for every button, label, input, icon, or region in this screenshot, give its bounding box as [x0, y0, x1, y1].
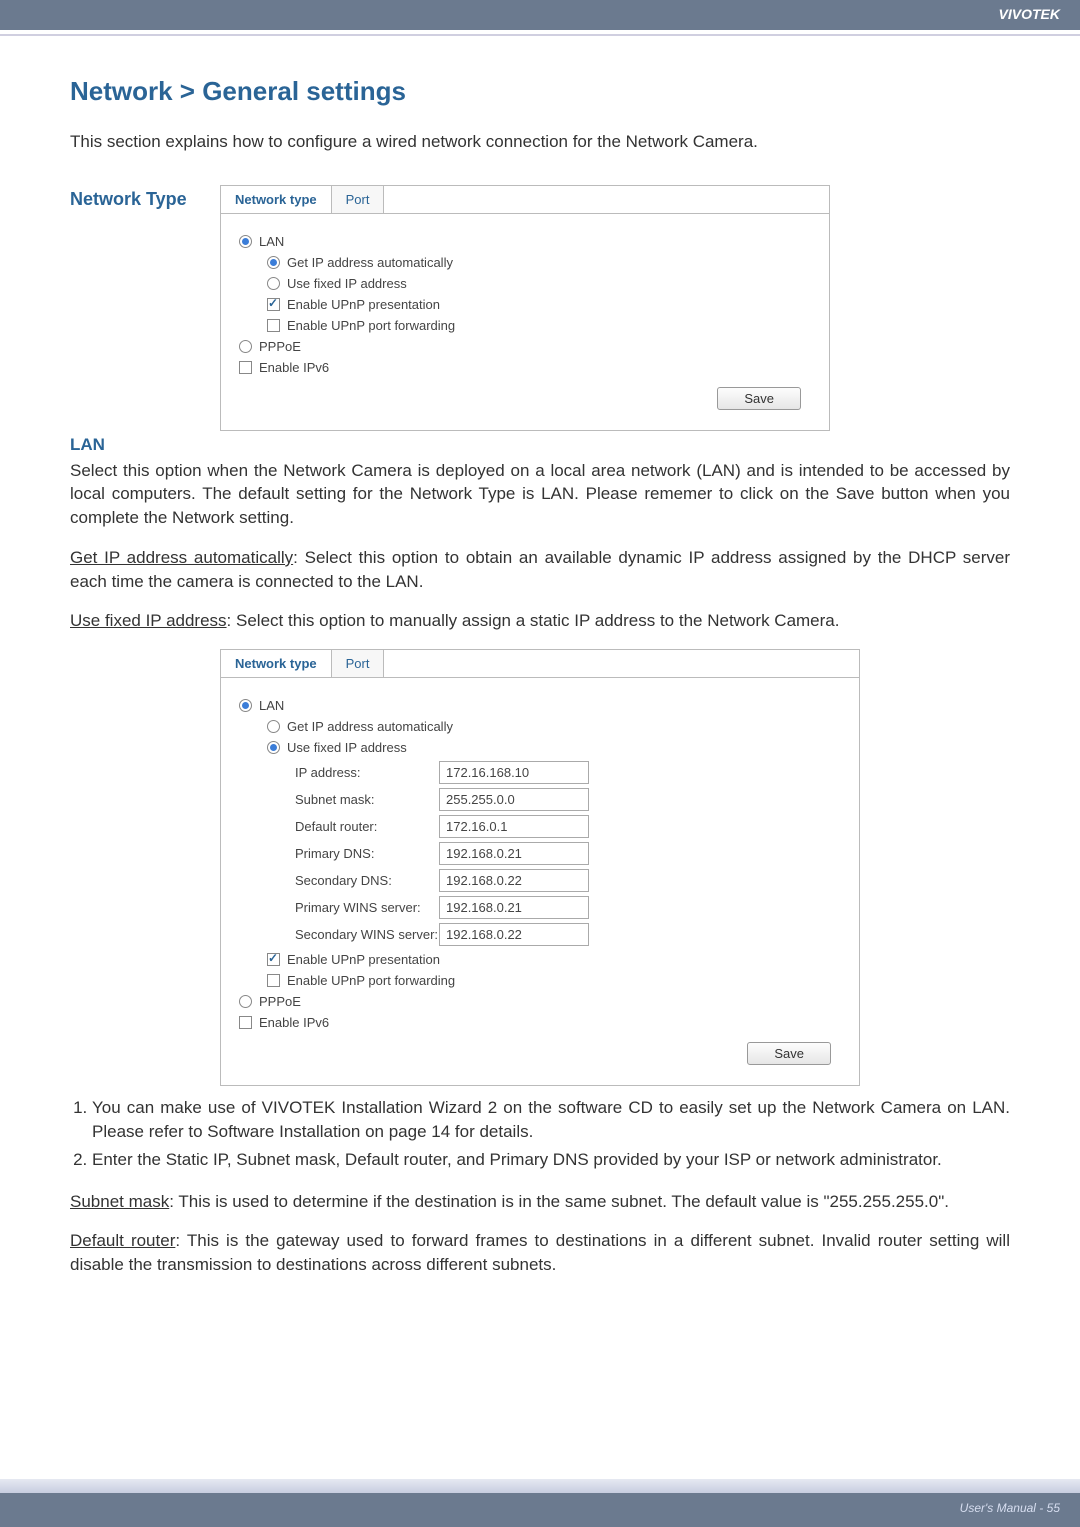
primary-dns-input[interactable]: 192.168.0.21 — [439, 842, 589, 865]
lan-section-heading: LAN — [70, 435, 1010, 455]
tab-network-type-2[interactable]: Network type — [221, 650, 332, 677]
save-button[interactable]: Save — [717, 387, 801, 410]
radio-get-ip-auto[interactable] — [267, 256, 280, 269]
network-type-heading: Network Type — [70, 185, 220, 210]
default-router-input[interactable]: 172.16.0.1 — [439, 815, 589, 838]
checkbox-upnp-presentation-2[interactable] — [267, 953, 280, 966]
secondary-wins-label: Secondary WINS server: — [239, 927, 439, 942]
use-fixed-ip-label: Use fixed IP address — [287, 276, 407, 291]
tab-port[interactable]: Port — [332, 186, 385, 213]
lan-label-2: LAN — [259, 698, 284, 713]
save-button-2[interactable]: Save — [747, 1042, 831, 1065]
ip-address-label: IP address: — [239, 765, 439, 780]
subnet-mask-input[interactable]: 255.255.0.0 — [439, 788, 589, 811]
note-2: Enter the Static IP, Subnet mask, Defaul… — [92, 1148, 1010, 1172]
upnp-presentation-label: Enable UPnP presentation — [287, 297, 440, 312]
radio-lan[interactable] — [239, 235, 252, 248]
radio-pppoe[interactable] — [239, 340, 252, 353]
ipv6-label: Enable IPv6 — [259, 360, 329, 375]
tab-network-type[interactable]: Network type — [221, 186, 332, 213]
upnp-port-forwarding-label-2: Enable UPnP port forwarding — [287, 973, 455, 988]
page-title: Network > General settings — [70, 76, 1010, 107]
primary-wins-label: Primary WINS server: — [239, 900, 439, 915]
default-router-paragraph: Default router: This is the gateway used… — [70, 1229, 1010, 1277]
network-panel-2: Network type Port LAN Get IP address aut… — [220, 649, 860, 1086]
get-ip-paragraph: Get IP address automatically: Select thi… — [70, 546, 1010, 594]
footer-gradient — [0, 1479, 1080, 1493]
checkbox-upnp-port-forwarding-2[interactable] — [267, 974, 280, 987]
radio-pppoe-2[interactable] — [239, 995, 252, 1008]
tab-port-2[interactable]: Port — [332, 650, 385, 677]
secondary-dns-input[interactable]: 192.168.0.22 — [439, 869, 589, 892]
primary-wins-input[interactable]: 192.168.0.21 — [439, 896, 589, 919]
radio-lan-2[interactable] — [239, 699, 252, 712]
lan-paragraph: Select this option when the Network Came… — [70, 459, 1010, 530]
network-panel-1: Network type Port LAN Get IP address aut… — [220, 185, 830, 431]
use-fixed-paragraph: Use fixed IP address: Select this option… — [70, 609, 1010, 633]
use-fixed-ip-label-2: Use fixed IP address — [287, 740, 407, 755]
radio-get-ip-auto-2[interactable] — [267, 720, 280, 733]
notes-list: You can make use of VIVOTEK Installation… — [70, 1096, 1010, 1171]
pppoe-label: PPPoE — [259, 339, 301, 354]
radio-use-fixed-ip-2[interactable] — [267, 741, 280, 754]
brand-label: VIVOTEK — [999, 6, 1060, 22]
get-ip-auto-label-2: Get IP address automatically — [287, 719, 453, 734]
default-router-label: Default router: — [239, 819, 439, 834]
ipv6-label-2: Enable IPv6 — [259, 1015, 329, 1030]
ip-address-input[interactable]: 172.16.168.10 — [439, 761, 589, 784]
pppoe-label-2: PPPoE — [259, 994, 301, 1009]
secondary-wins-input[interactable]: 192.168.0.22 — [439, 923, 589, 946]
lan-label: LAN — [259, 234, 284, 249]
checkbox-upnp-port-forwarding[interactable] — [267, 319, 280, 332]
secondary-dns-label: Secondary DNS: — [239, 873, 439, 888]
checkbox-upnp-presentation[interactable] — [267, 298, 280, 311]
page-number: User's Manual - 55 — [960, 1501, 1060, 1515]
primary-dns-label: Primary DNS: — [239, 846, 439, 861]
subnet-mask-label: Subnet mask: — [239, 792, 439, 807]
note-1: You can make use of VIVOTEK Installation… — [92, 1096, 1010, 1144]
upnp-port-forwarding-label: Enable UPnP port forwarding — [287, 318, 455, 333]
checkbox-ipv6[interactable] — [239, 361, 252, 374]
subnet-mask-paragraph: Subnet mask: This is used to determine i… — [70, 1190, 1010, 1214]
checkbox-ipv6-2[interactable] — [239, 1016, 252, 1029]
upnp-presentation-label-2: Enable UPnP presentation — [287, 952, 440, 967]
radio-use-fixed-ip[interactable] — [267, 277, 280, 290]
get-ip-auto-label: Get IP address automatically — [287, 255, 453, 270]
intro-text: This section explains how to configure a… — [70, 129, 1010, 155]
